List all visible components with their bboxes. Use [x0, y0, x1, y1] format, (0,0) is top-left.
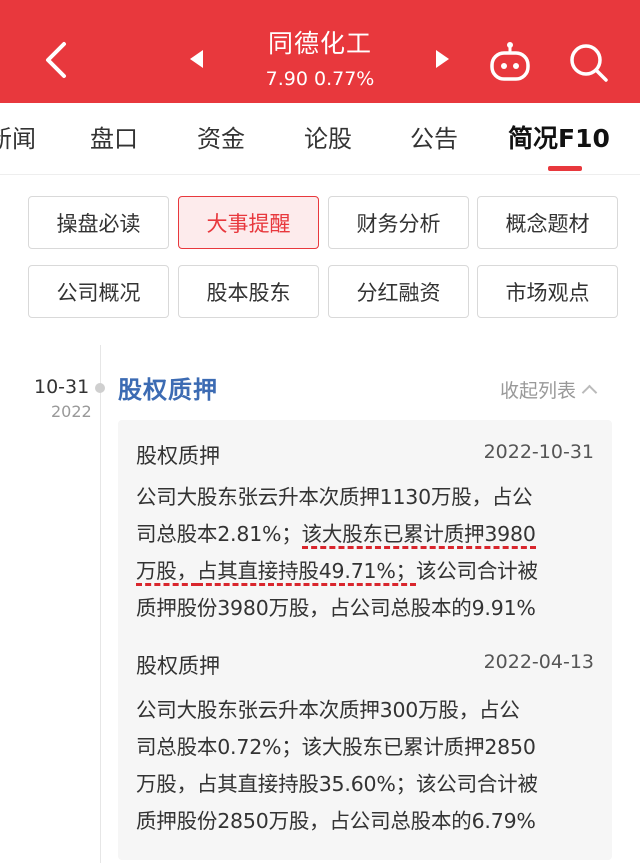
- search-button[interactable]: [566, 40, 610, 84]
- stock-title: 同德化工 7.90 0.77%: [220, 28, 420, 92]
- entry-line: 质押股份2850万股，占公司总股本的6.79%: [136, 809, 536, 833]
- timeline-line: [100, 345, 101, 863]
- main-tabs: 新闻 盘口 资金 论股 公告 简况F10: [0, 103, 640, 175]
- timeline-dot: [95, 383, 105, 393]
- btn-financial-analysis[interactable]: 财务分析: [328, 196, 469, 249]
- entry-text: 司总股本2.81%；: [136, 522, 302, 546]
- tab-news[interactable]: 新闻: [0, 123, 36, 155]
- highlighted-text: 万股，: [136, 559, 197, 583]
- entry-body: 公司大股东张云升本次质押300万股，占公 司总股本0.72%；该大股东已累计质押…: [136, 692, 598, 840]
- tab-funds[interactable]: 资金: [197, 123, 245, 155]
- timeline-date: 10-31: [34, 376, 90, 398]
- entry-line: 公司大股东张云升本次质押1130万股，占公: [136, 485, 533, 509]
- entry-line: 司总股本0.72%；该大股东已累计质押2850: [136, 735, 536, 759]
- btn-trading-guide[interactable]: 操盘必读: [28, 196, 169, 249]
- entry-line: 质押股份3980万股，占公司总股本的9.91%: [136, 596, 536, 620]
- highlighted-text: 该大股东已累计质押3980: [301, 522, 536, 546]
- timeline-year: 2022: [51, 402, 92, 421]
- assistant-button[interactable]: [486, 40, 534, 84]
- chevron-up-icon: [581, 384, 598, 401]
- btn-concepts[interactable]: 概念题材: [477, 196, 618, 249]
- section-title: 股权质押: [118, 376, 218, 404]
- stock-header: 同德化工 7.90 0.77%: [0, 0, 640, 103]
- robot-assistant-icon: [490, 42, 530, 81]
- entry-title: 股权质押: [136, 444, 220, 468]
- entry-text: 该公司合计被: [415, 559, 538, 583]
- entry-line: 万股，占其直接持股35.60%；该公司合计被: [136, 772, 538, 796]
- next-stock-button[interactable]: [436, 50, 449, 68]
- entry-title: 股权质押: [136, 654, 220, 678]
- tab-forum[interactable]: 论股: [304, 123, 352, 155]
- btn-market-views[interactable]: 市场观点: [477, 265, 618, 318]
- collapse-label: 收起列表: [500, 380, 577, 402]
- btn-company-overview[interactable]: 公司概况: [28, 265, 169, 318]
- btn-dividends[interactable]: 分红融资: [328, 265, 469, 318]
- stock-quote: 7.90 0.77%: [220, 66, 420, 92]
- back-button[interactable]: [36, 38, 80, 82]
- entry-line: 公司大股东张云升本次质押300万股，占公: [136, 698, 520, 722]
- stock-price: 7.90: [265, 68, 308, 90]
- stock-change: 0.77%: [314, 68, 375, 90]
- entry-line: 万股，占其直接持股49.71%；该公司合计被: [136, 553, 598, 590]
- search-icon: [570, 44, 608, 82]
- highlighted-text: 占其直接持股49.71%；: [196, 559, 416, 583]
- tab-f10[interactable]: 简况F10: [508, 123, 610, 155]
- tab-announcements[interactable]: 公告: [410, 123, 458, 155]
- entry-date: 2022-10-31: [483, 441, 594, 463]
- prev-stock-button[interactable]: [190, 50, 203, 68]
- entry-line: 司总股本2.81%；该大股东已累计质押3980: [136, 516, 598, 553]
- btn-major-events[interactable]: 大事提醒: [178, 196, 319, 249]
- entry-body: 公司大股东张云升本次质押1130万股，占公 司总股本2.81%；该大股东已累计质…: [136, 479, 598, 627]
- back-arrow-icon: [46, 42, 66, 78]
- stock-name: 同德化工: [267, 29, 372, 58]
- btn-shareholders[interactable]: 股本股东: [178, 265, 319, 318]
- collapse-list-button[interactable]: 收起列表: [500, 376, 598, 403]
- entry-date: 2022-04-13: [483, 651, 594, 673]
- tab-quotes[interactable]: 盘口: [90, 123, 138, 155]
- active-tab-indicator: [548, 166, 582, 171]
